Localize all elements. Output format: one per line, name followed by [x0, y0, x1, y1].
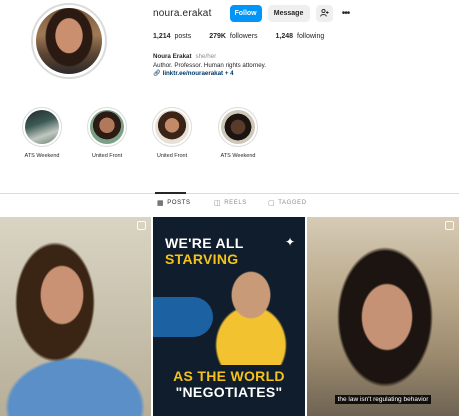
active-tab-indicator: [155, 192, 186, 194]
profile-stats: 1,214 posts 279K followers 1,248 followi…: [153, 33, 324, 40]
followers-count: 279K: [209, 33, 226, 40]
reel-icon: [137, 221, 146, 230]
highlight-item[interactable]: ATS Weekend: [212, 107, 264, 159]
post-image-child: [193, 265, 293, 365]
highlight-cover: [155, 110, 189, 144]
caption-text: the law isn't regulating behavior: [334, 395, 432, 404]
tag-icon: ▢: [268, 200, 276, 207]
follow-button[interactable]: Follow: [229, 4, 262, 22]
posts-count: 1,214: [153, 33, 171, 40]
profile-bio: Noura Erakat she/her Author. Professor. H…: [153, 53, 266, 79]
tabs-divider: [0, 193, 459, 194]
post-headline-bottom: AS THE WORLD "NEGOTIATES": [153, 368, 305, 400]
reel-icon: [445, 221, 454, 230]
highlight-item[interactable]: United Front: [81, 107, 133, 159]
post-headline-top: WE'RE ALL STARVING: [165, 235, 244, 267]
avatar-image: [36, 8, 102, 74]
highlight-ring: [218, 107, 258, 147]
tab-label: POSTS: [167, 200, 191, 206]
post-caption: the law isn't regulating behavior: [307, 388, 459, 406]
highlight-cover: [25, 110, 59, 144]
highlight-label: United Front: [156, 153, 188, 159]
link-icon: 🔗︎: [153, 70, 161, 77]
highlight-item[interactable]: ATS Weekend: [16, 107, 68, 159]
headline-line3: AS THE WORLD: [173, 368, 285, 384]
highlight-label: ATS Weekend: [24, 153, 60, 159]
highlight-ring: [87, 107, 127, 147]
headline-line1: WE'RE ALL: [165, 235, 244, 251]
bio-link-line[interactable]: 🔗︎ linktr.ee/nouraerakat + 4: [153, 70, 266, 79]
highlight-ring: [152, 107, 192, 147]
bio-description: Author. Professor. Human rights attorney…: [153, 61, 267, 69]
tab-label: REELS: [224, 200, 247, 206]
username: noura.erakat: [153, 7, 212, 19]
following-stat[interactable]: 1,248 following: [276, 33, 325, 40]
headline-line2: STARVING: [165, 251, 239, 267]
following-count: 1,248: [275, 33, 294, 40]
dove-logo-icon: ✦: [284, 235, 295, 249]
add-person-icon[interactable]: [315, 4, 333, 22]
highlight-item[interactable]: United Front: [146, 107, 198, 159]
display-name: Noura Erakat: [153, 53, 192, 60]
profile-avatar[interactable]: [31, 3, 107, 79]
followers-label: followers: [229, 33, 258, 40]
followers-stat[interactable]: 279K followers: [209, 33, 257, 40]
highlight-cover: [90, 110, 124, 144]
post-thumbnail[interactable]: WE'RE ALL STARVING ✦ AS THE WORLD "NEGOT…: [153, 217, 305, 416]
add-person-glyph: [319, 9, 329, 17]
highlight-label: ATS Weekend: [220, 153, 256, 159]
post-thumbnail[interactable]: [0, 217, 151, 416]
tab-reels[interactable]: ◫ REELS: [214, 199, 247, 207]
highlight-cover: [221, 110, 255, 144]
reels-icon: ◫: [214, 200, 222, 207]
message-button[interactable]: Message: [267, 4, 310, 22]
tab-posts[interactable]: ▦ POSTS: [157, 199, 191, 207]
post-thumbnail[interactable]: the law isn't regulating behavior: [307, 217, 459, 416]
profile-actions: noura.erakat Follow Message •••: [153, 4, 353, 22]
bio-link[interactable]: linktr.ee/nouraerakat + 4: [163, 70, 234, 77]
more-horizontal-icon[interactable]: •••: [339, 8, 353, 19]
highlight-label: United Front: [91, 153, 123, 159]
grid-icon: ▦: [157, 200, 165, 207]
pronouns: she/her: [195, 53, 217, 60]
posts-label: posts: [174, 33, 192, 40]
highlight-ring: [22, 107, 62, 147]
posts-stat: 1,214 posts: [153, 33, 191, 40]
following-label: following: [297, 33, 325, 40]
tab-tagged[interactable]: ▢ TAGGED: [268, 199, 307, 207]
bio-name-line: Noura Erakat she/her: [153, 53, 266, 62]
headline-line4: "NEGOTIATES": [175, 384, 283, 400]
tab-label: TAGGED: [278, 200, 307, 206]
